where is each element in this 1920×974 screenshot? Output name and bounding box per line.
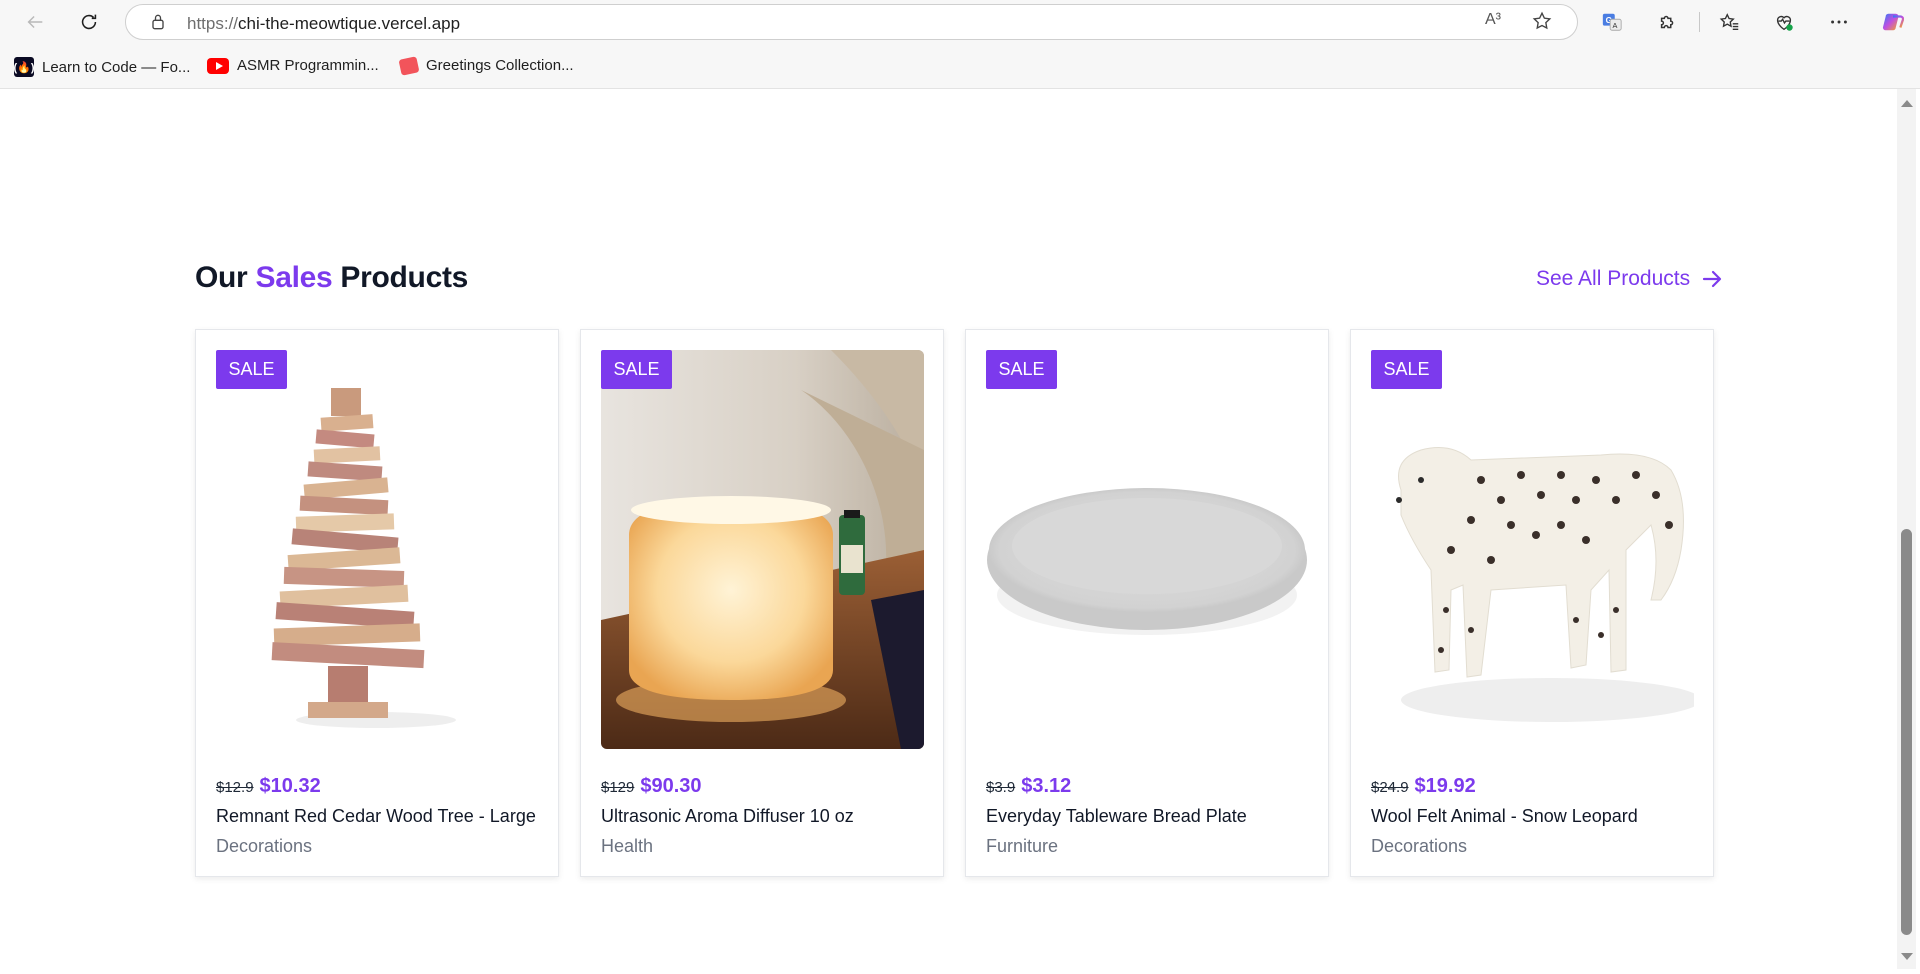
read-aloud-icon[interactable]: A³ [1485,11,1501,29]
sale-badge: SALE [986,350,1057,389]
copilot-icon[interactable] [1877,6,1909,38]
star-icon[interactable] [1531,10,1553,37]
bookmark-label: Learn to Code — Fo... [42,58,191,76]
product-card[interactable]: SALE $24.9 $19.92 Wool Felt Animal - Sno… [1350,329,1714,877]
product-name[interactable]: Wool Felt Animal - Snow Leopard [1371,806,1638,827]
sale-badge: SALE [1371,350,1442,389]
address-bar[interactable]: https://chi-the-meowtique.vercel.app A³ [125,4,1578,40]
product-image-bread-plate[interactable] [986,350,1309,749]
translate-icon[interactable]: GA [1596,6,1628,38]
product-name[interactable]: Ultrasonic Aroma Diffuser 10 oz [601,806,854,827]
product-image-snow-leopard[interactable] [1371,350,1694,749]
product-card[interactable]: SALE $3.9 $3.12 Everyday Tableware Bread… [965,329,1329,877]
product-category: Decorations [1371,836,1468,856]
lock-icon[interactable] [148,12,168,32]
puzzle-icon[interactable] [1652,6,1684,38]
product-category: Decorations [216,836,313,856]
arrow-right-icon [1702,270,1722,288]
section-title: Our Sales Products [195,261,468,295]
product-image-aroma-diffuser[interactable] [601,350,924,749]
reload-icon[interactable] [73,6,105,38]
product-card[interactable]: SALE $129 $90.30 Ultrasonic Aroma Diffus… [580,329,944,877]
sale-badge: SALE [601,350,672,389]
see-all-products-link[interactable]: See All Products [1536,267,1724,291]
product-name[interactable]: Remnant Red Cedar Wood Tree - Large [216,806,536,827]
original-price: $3.9 [986,779,1016,796]
original-price: $12.9 [216,779,254,796]
url-text[interactable]: https://chi-the-meowtique.vercel.app [187,14,460,34]
original-price: $24.9 [1371,779,1409,796]
more-icon[interactable] [1823,6,1855,38]
greeting-card-icon [398,55,420,76]
product-category: Furniture [986,836,1059,856]
bookmarks-bar: (🔥) Learn to Code — Fo... ASMR Programmi… [0,44,1920,89]
sale-price: $3.12 [1021,775,1072,797]
product-category: Health [601,836,654,856]
price-row: $12.9 $10.32 [216,775,321,798]
url-host: chi-the-meowtique.vercel.app [238,14,461,33]
product-image-cedar-tree[interactable] [216,350,539,749]
browser-essentials-icon[interactable] [1768,6,1800,38]
product-card[interactable]: SALE $12.9 $10.32 Remnant Red Cedar Wood… [195,329,559,877]
toolbar-separator [1699,12,1700,32]
freecodecamp-icon: (🔥) [13,57,35,77]
bookmark-label: ASMR Programmin... [237,57,379,74]
sale-price: $90.30 [640,775,702,797]
page-viewport: Our Sales Products See All Products SALE [4,89,1897,969]
scroll-down-arrow-icon[interactable] [1901,953,1913,960]
sale-badge: SALE [216,350,287,389]
url-scheme: https:// [187,14,239,33]
title-prefix: Our [195,261,256,294]
original-price: $129 [601,779,635,796]
svg-text:A: A [1612,21,1617,30]
sale-price: $19.92 [1414,775,1476,797]
bookmark-label: Greetings Collection... [426,57,574,74]
back-arrow-icon[interactable] [19,6,51,38]
title-accent: Sales [255,261,333,294]
product-name[interactable]: Everyday Tableware Bread Plate [986,806,1247,827]
price-row: $24.9 $19.92 [1371,775,1476,798]
scroll-up-arrow-icon[interactable] [1901,100,1913,107]
scroll-thumb[interactable] [1901,529,1912,935]
vertical-scrollbar[interactable] [1897,89,1916,969]
bookmark-greetings[interactable]: Greetings Collection... [398,55,574,76]
sale-price: $10.32 [259,775,321,797]
bookmark-youtube[interactable]: ASMR Programmin... [207,57,379,74]
favorites-icon[interactable] [1714,6,1746,38]
bookmark-freecodecamp[interactable]: (🔥) Learn to Code — Fo... [13,57,191,77]
browser-toolbar: https://chi-the-meowtique.vercel.app A³ … [0,0,1920,44]
title-suffix: Products [332,261,469,294]
price-row: $3.9 $3.12 [986,775,1071,798]
youtube-icon [207,57,229,74]
see-all-label: See All Products [1536,267,1691,290]
price-row: $129 $90.30 [601,775,702,798]
